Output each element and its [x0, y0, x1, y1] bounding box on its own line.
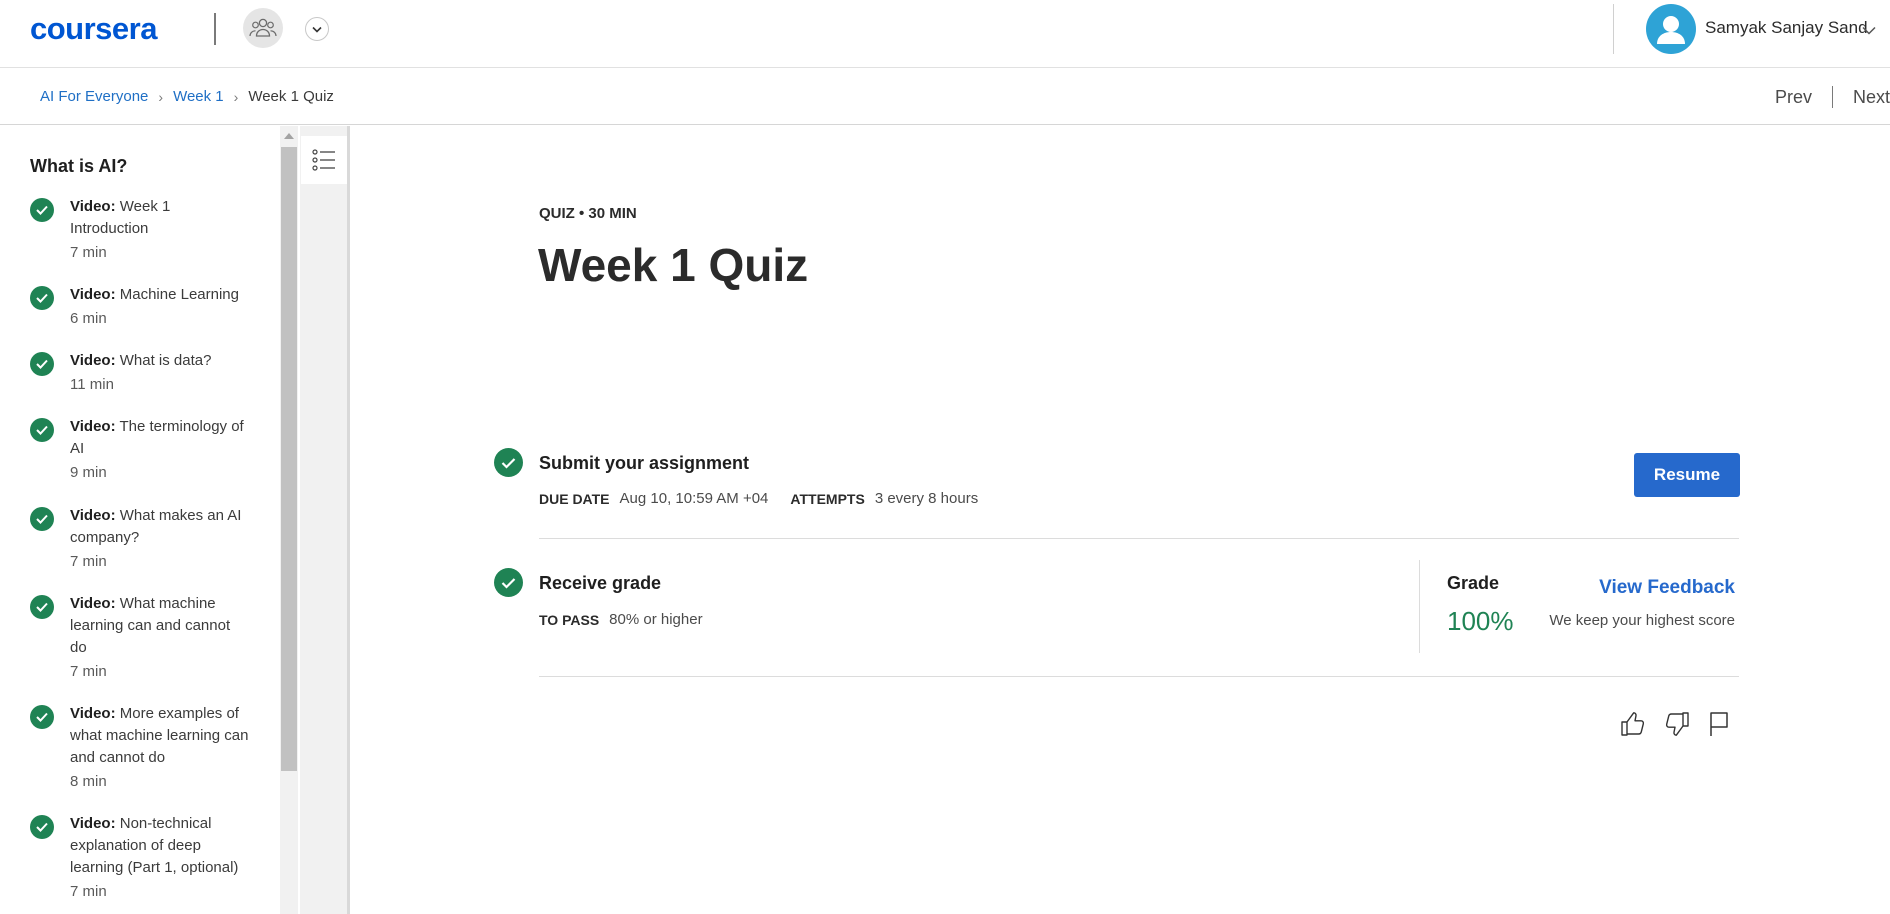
- grade-divider: [1419, 560, 1420, 653]
- to-pass-value: 80% or higher: [609, 611, 703, 628]
- lesson-duration: 7 min: [70, 663, 107, 680]
- workspace-dropdown-button[interactable]: [305, 17, 329, 41]
- completed-check-icon: [30, 198, 54, 222]
- breadcrumb-separator-icon: ›: [233, 88, 239, 105]
- due-date-label: DUE DATE: [539, 490, 610, 507]
- outline-toggle-button[interactable]: [301, 136, 347, 184]
- lesson-item[interactable]: Video: The terminology of AI 9 min: [30, 416, 250, 505]
- breadcrumb-week[interactable]: Week 1: [173, 88, 224, 105]
- outline-toggle-rail: [300, 126, 350, 914]
- section-divider: [539, 676, 1739, 677]
- lesson-duration: 7 min: [70, 244, 107, 261]
- user-divider: [1613, 4, 1614, 54]
- lesson-duration: 7 min: [70, 883, 107, 900]
- pass-meta: TO PASS 80% or higher: [539, 611, 703, 628]
- submit-completed-check-icon: [494, 448, 523, 477]
- completed-check-icon: [30, 705, 54, 729]
- next-button[interactable]: Next: [1853, 87, 1890, 108]
- lesson-duration: 7 min: [70, 553, 107, 570]
- lesson-kind: Video:: [70, 418, 116, 435]
- lesson-kind: Video:: [70, 198, 116, 215]
- chevron-down-icon: [1862, 26, 1876, 35]
- like-icon[interactable]: [1619, 710, 1647, 738]
- section-divider: [539, 538, 1739, 539]
- list-icon: [312, 149, 335, 171]
- page-title: Week 1 Quiz: [538, 239, 809, 291]
- lesson-duration: 11 min: [70, 376, 114, 393]
- user-avatar-icon: [1657, 16, 1685, 44]
- submit-heading: Submit your assignment: [539, 453, 750, 473]
- lesson-item[interactable]: Video: Machine Learning 6 min: [30, 284, 250, 350]
- grade-label: Grade: [1447, 573, 1500, 593]
- header-divider: [214, 13, 216, 45]
- course-outline-sidebar: What is AI? Video: Week 1 Introduction 7…: [0, 126, 280, 914]
- grade-value: 100%: [1447, 606, 1514, 636]
- lesson-duration: 8 min: [70, 773, 107, 790]
- sidebar-scroll-thumb[interactable]: [281, 147, 297, 771]
- prev-next-nav: Prev Next: [1775, 86, 1890, 108]
- breadcrumb-current: Week 1 Quiz: [248, 88, 334, 105]
- lesson-item[interactable]: Video: Week 1 Introduction 7 min: [30, 196, 250, 284]
- lesson-item[interactable]: Video: What is data? 11 min: [30, 350, 250, 416]
- module-title: What is AI?: [30, 156, 128, 176]
- lesson-item[interactable]: Video: What machine learning can and can…: [30, 593, 250, 703]
- resume-button[interactable]: Resume: [1634, 453, 1740, 497]
- feedback-actions: [1619, 710, 1747, 738]
- breadcrumb-bar: AI For Everyone › Week 1 › Week 1 Quiz P…: [0, 68, 1890, 125]
- lesson-title: What is data?: [119, 352, 212, 369]
- breadcrumb: AI For Everyone › Week 1 › Week 1 Quiz: [40, 88, 334, 105]
- lesson-list: Video: Week 1 Introduction 7 min Video: …: [30, 196, 250, 914]
- top-header: coursera Samyak Sanjay Sand: [0, 0, 1890, 68]
- lesson-item[interactable]: Video: Non-technical explanation of deep…: [30, 813, 250, 914]
- lesson-kind: Video:: [70, 815, 116, 832]
- lesson-item[interactable]: Video: More examples of what machine lea…: [30, 703, 250, 813]
- completed-check-icon: [30, 815, 54, 839]
- chevron-down-icon: [312, 26, 322, 33]
- to-pass-label: TO PASS: [539, 611, 600, 628]
- receive-grade-heading: Receive grade: [539, 573, 662, 593]
- dislike-icon[interactable]: [1663, 710, 1691, 738]
- prev-next-divider: [1831, 86, 1833, 108]
- lesson-duration: 9 min: [70, 464, 107, 481]
- completed-check-icon: [30, 595, 54, 619]
- coursera-logo[interactable]: coursera: [30, 11, 157, 47]
- lesson-title: Machine Learning: [119, 286, 239, 303]
- submit-meta: DUE DATE Aug 10, 10:59 AM +04 ATTEMPTS 3…: [539, 490, 978, 507]
- completed-check-icon: [30, 507, 54, 531]
- due-date-value: Aug 10, 10:59 AM +04: [619, 490, 769, 507]
- lesson-kind: Video:: [70, 352, 116, 369]
- breadcrumb-course[interactable]: AI For Everyone: [40, 88, 148, 105]
- lesson-kind: Video:: [70, 595, 116, 612]
- user-menu-chevron[interactable]: [1862, 22, 1876, 40]
- lesson-item[interactable]: Video: What makes an AI company? 7 min: [30, 505, 250, 593]
- quiz-eyebrow: QUIZ • 30 MIN: [539, 205, 637, 222]
- user-avatar[interactable]: [1646, 4, 1696, 54]
- lesson-duration: 6 min: [70, 310, 107, 327]
- completed-check-icon: [30, 418, 54, 442]
- prev-button[interactable]: Prev: [1775, 87, 1812, 108]
- user-name[interactable]: Samyak Sanjay Sand: [1705, 18, 1868, 38]
- breadcrumb-separator-icon: ›: [158, 88, 164, 105]
- completed-check-icon: [30, 352, 54, 376]
- team-icon[interactable]: [243, 8, 283, 48]
- grade-completed-check-icon: [494, 568, 523, 597]
- lesson-kind: Video:: [70, 705, 116, 722]
- highest-score-note: We keep your highest score: [1549, 612, 1735, 629]
- lesson-kind: Video:: [70, 286, 116, 303]
- flag-icon[interactable]: [1707, 710, 1731, 738]
- completed-check-icon: [30, 286, 54, 310]
- attempts-label: ATTEMPTS: [790, 490, 865, 507]
- people-group-icon: [249, 18, 277, 37]
- lesson-kind: Video:: [70, 507, 116, 524]
- scroll-up-arrow-icon[interactable]: [284, 133, 294, 139]
- view-feedback-link[interactable]: View Feedback: [1599, 577, 1735, 599]
- attempts-value: 3 every 8 hours: [874, 490, 979, 507]
